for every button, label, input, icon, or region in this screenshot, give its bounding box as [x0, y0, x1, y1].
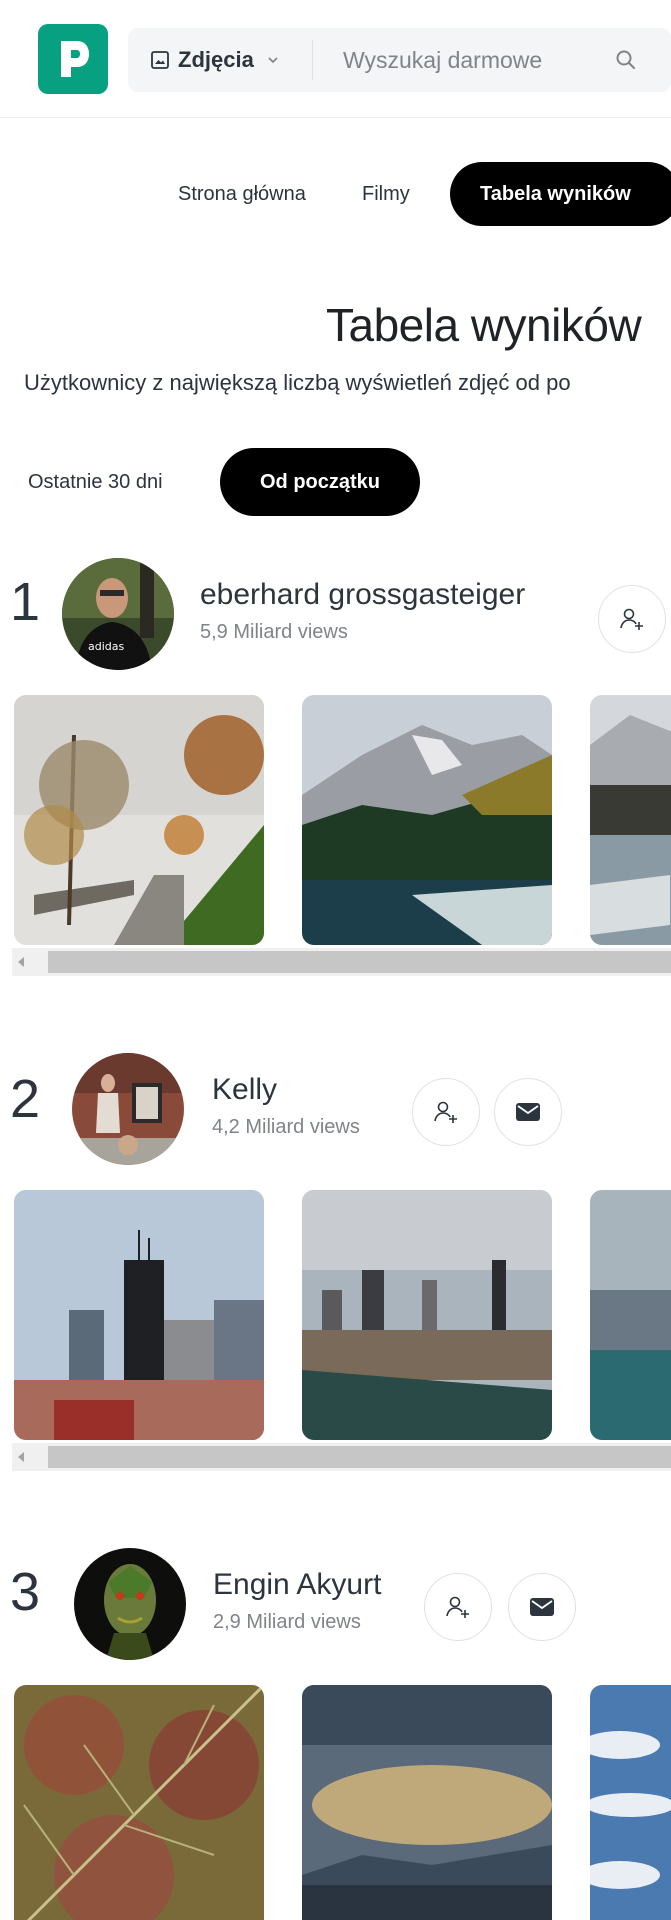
search-divider [312, 40, 313, 80]
avatar[interactable] [74, 1548, 186, 1660]
search-bar: Zdjęcia [128, 28, 671, 92]
photo-strip [0, 1685, 671, 1920]
image-icon [151, 51, 169, 69]
user-add-icon [446, 1596, 469, 1618]
tab-home[interactable]: Strona główna [178, 162, 306, 226]
avatar[interactable] [72, 1053, 184, 1165]
sky-clouds-photo [590, 1685, 671, 1920]
sunset-sea-photo [302, 1685, 552, 1920]
tab-videos[interactable]: Filmy [362, 162, 410, 226]
top-header: Zdjęcia [0, 0, 671, 118]
avatar-image [74, 1548, 186, 1660]
media-type-select[interactable]: Zdjęcia [150, 28, 280, 92]
scroll-thumb[interactable] [48, 1446, 671, 1468]
search-icon[interactable] [614, 48, 638, 72]
horizontal-scrollbar[interactable] [12, 948, 671, 976]
user-name[interactable]: Engin Akyurt [213, 1568, 381, 1602]
user-name[interactable]: Kelly [212, 1073, 277, 1107]
rank-number: 1 [10, 572, 41, 632]
leaderboard-entry: 3 Engin Akyurt 2,9 Miliard views [0, 1545, 671, 1920]
view-count: 2,9 Miliard views [213, 1611, 361, 1633]
follow-button[interactable] [598, 585, 666, 653]
view-count: 4,2 Miliard views [212, 1116, 360, 1138]
photo-strip [0, 695, 671, 947]
chevron-down-icon [268, 57, 278, 64]
photo-thumbnail[interactable] [302, 695, 552, 945]
page-title: Tabela wyników [326, 299, 642, 351]
photo-thumbnail[interactable] [590, 695, 671, 945]
view-count: 5,9 Miliard views [200, 621, 348, 643]
mountain-lake-photo [302, 695, 552, 945]
photo-thumbnail[interactable] [14, 1685, 264, 1920]
avatar[interactable]: adidas [62, 558, 174, 670]
scroll-thumb[interactable] [48, 951, 671, 973]
media-type-label: Zdjęcia [178, 47, 254, 72]
city-harbor-photo [590, 1190, 671, 1440]
mail-icon [530, 1598, 554, 1616]
mail-icon [516, 1103, 540, 1121]
rank-number: 2 [10, 1069, 41, 1129]
tab-last-30-days[interactable]: Ostatnie 30 dni [28, 448, 163, 516]
user-add-icon [434, 1101, 457, 1123]
logo-mark [61, 41, 89, 77]
pexels-logo[interactable] [38, 24, 108, 94]
scroll-left-arrow-icon[interactable] [18, 1452, 24, 1462]
tab-all-time[interactable]: Od początku [220, 448, 420, 516]
photo-strip [0, 1190, 671, 1442]
city-towers-photo [14, 1190, 264, 1440]
photo-thumbnail[interactable] [14, 1190, 264, 1440]
scroll-left-arrow-icon[interactable] [18, 957, 24, 967]
photo-thumbnail[interactable] [302, 1685, 552, 1920]
winter-lake-photo [590, 695, 671, 945]
autumn-leaf-photo [14, 1685, 264, 1920]
svg-text:adidas: adidas [88, 640, 125, 653]
avatar-image: adidas [62, 558, 174, 670]
leaderboard-entry: 1 adidas eberhard grossgasteiger 5,9 Mil… [0, 555, 671, 985]
period-tabs: Ostatnie 30 dni Od początku [0, 448, 671, 518]
photo-thumbnail[interactable] [590, 1685, 671, 1920]
photo-thumbnail[interactable] [14, 695, 264, 945]
follow-button[interactable] [412, 1078, 480, 1146]
page-subtitle: Użytkownicy z największą liczbą wyświetl… [24, 370, 571, 395]
user-name[interactable]: eberhard grossgasteiger [200, 578, 525, 612]
follow-button[interactable] [424, 1573, 492, 1641]
user-add-icon [620, 608, 643, 630]
message-button[interactable] [508, 1573, 576, 1641]
horizontal-scrollbar[interactable] [12, 1443, 671, 1471]
leaderboard-entry: 2 Kelly 4,2 Miliard views [0, 1050, 671, 1480]
tab-leaderboard[interactable]: Tabela wyników [450, 162, 671, 226]
message-button[interactable] [494, 1078, 562, 1146]
city-skyline-photo [302, 1190, 552, 1440]
rank-number: 3 [10, 1562, 41, 1622]
photo-thumbnail[interactable] [590, 1190, 671, 1440]
search-input[interactable] [343, 42, 573, 78]
photo-thumbnail[interactable] [302, 1190, 552, 1440]
main-nav: Strona główna Filmy Tabela wyników [0, 162, 671, 230]
autumn-path-photo [14, 695, 264, 945]
avatar-image [72, 1053, 184, 1165]
